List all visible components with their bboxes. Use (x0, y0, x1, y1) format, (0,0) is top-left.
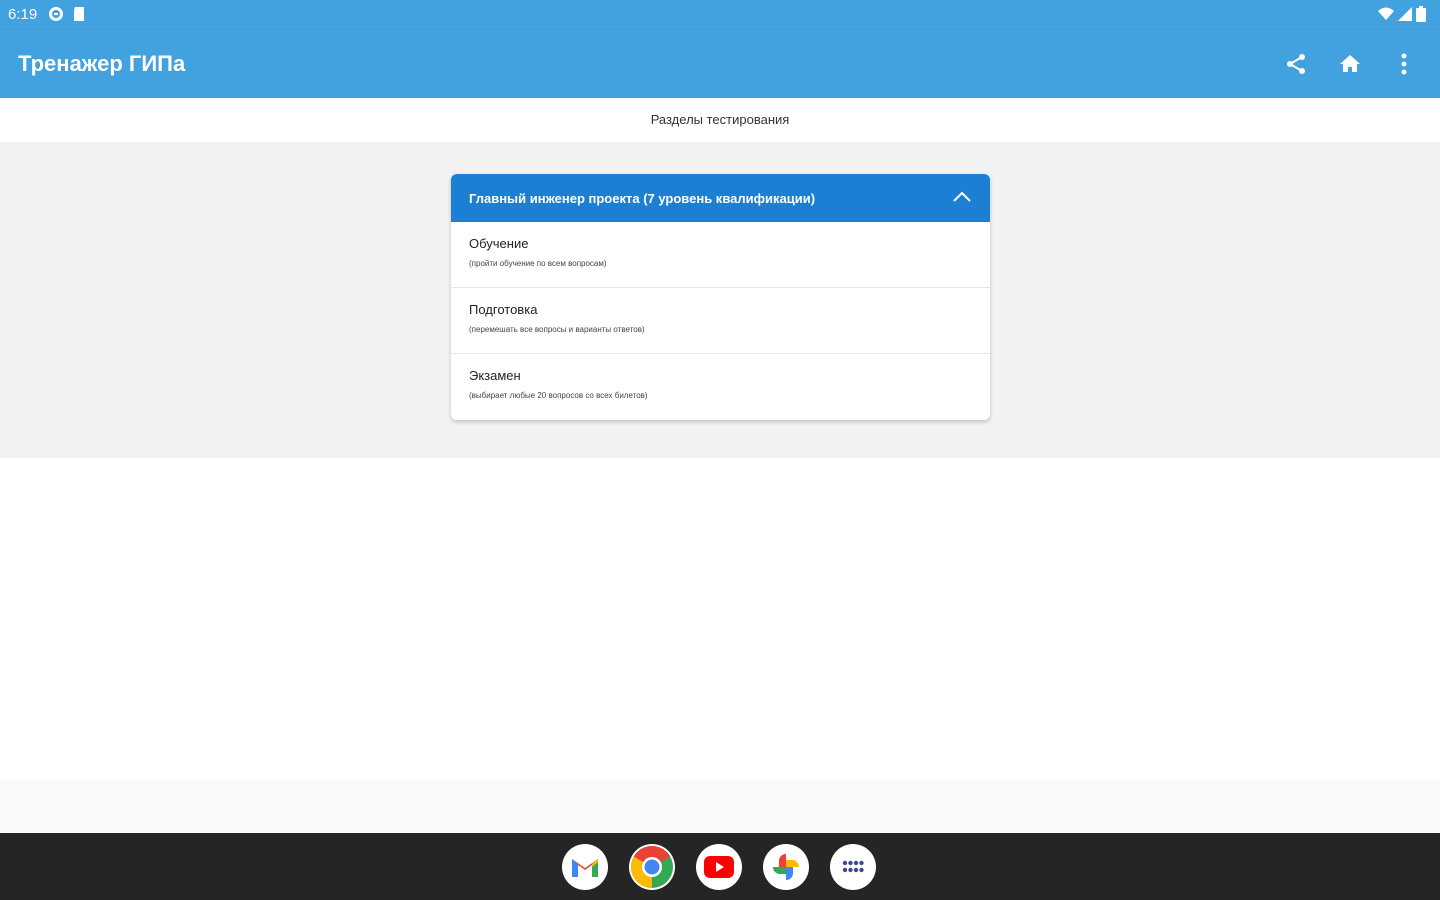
bottom-area (0, 780, 1440, 833)
home-icon[interactable] (1336, 50, 1364, 78)
item-title: Подготовка (469, 302, 538, 317)
cell-signal-icon (1398, 7, 1412, 26)
sd-card-icon (72, 6, 86, 27)
more-vert-icon[interactable] (1390, 50, 1418, 78)
gmail-icon[interactable] (562, 844, 608, 890)
youtube-icon[interactable] (696, 844, 742, 890)
section-title: Разделы тестирования (0, 98, 1440, 142)
status-bar: 6:19 (0, 0, 1440, 30)
item-title: Обучение (469, 236, 529, 251)
item-subtitle: (выбирает любые 20 вопросов со всех биле… (469, 391, 648, 400)
taskbar (0, 833, 1440, 900)
item-title: Экзамен (469, 368, 521, 383)
card-header-title: Главный инженер проекта (7 уровень квали… (469, 190, 816, 206)
status-time: 6:19 (8, 6, 38, 23)
list-item-training[interactable]: Обучение (пройти обучение по всем вопрос… (451, 222, 990, 288)
chevron-up-icon[interactable] (952, 191, 972, 206)
item-subtitle: (пройти обучение по всем вопросам) (469, 259, 607, 268)
qualification-card: Главный инженер проекта (7 уровень квали… (451, 174, 990, 420)
card-header[interactable]: Главный инженер проекта (7 уровень квали… (451, 174, 990, 222)
share-icon[interactable] (1282, 50, 1310, 78)
list-item-preparation[interactable]: Подготовка (перемешать все вопросы и вар… (451, 288, 990, 354)
app-bar: Тренажер ГИПа (0, 30, 1440, 98)
list-item-exam[interactable]: Экзамен (выбирает любые 20 вопросов со в… (451, 354, 990, 419)
photos-icon[interactable] (763, 844, 809, 890)
item-subtitle: (перемешать все вопросы и варианты ответ… (469, 325, 645, 334)
app-title: Тренажер ГИПа (18, 51, 186, 76)
app-launcher-icon[interactable] (830, 844, 876, 890)
wifi-icon (1378, 7, 1394, 26)
battery-icon (1416, 6, 1426, 27)
chrome-icon[interactable] (629, 844, 675, 890)
assistant-icon (48, 6, 64, 27)
